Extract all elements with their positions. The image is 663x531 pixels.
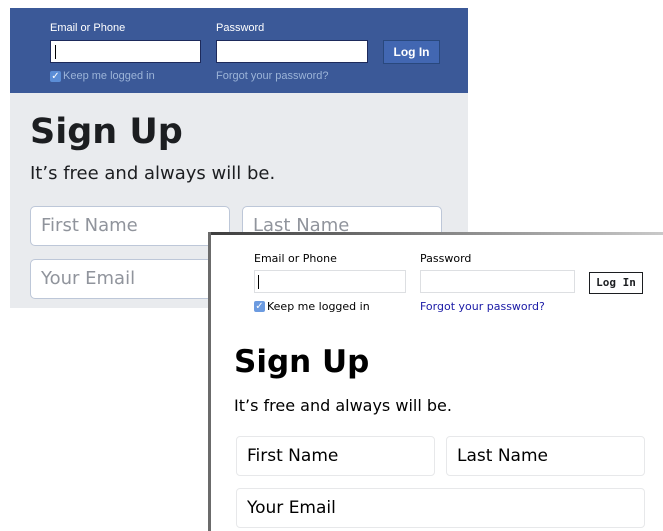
password-input[interactable] (420, 270, 575, 293)
password-label: Password (420, 252, 472, 265)
forgot-password-link[interactable]: Forgot your password? (216, 70, 329, 82)
login-header-bar: Email or Phone Password Log In ✓ Keep me… (10, 8, 468, 93)
signup-tagline: It’s free and always will be. (30, 163, 276, 184)
text-caret (258, 275, 259, 289)
checkmark-icon: ✓ (50, 70, 61, 82)
keep-logged-in-label: Keep me logged in (267, 300, 370, 313)
checkmark-icon: ✓ (254, 301, 265, 312)
text-caret (55, 45, 56, 59)
keep-logged-in-label: Keep me logged in (63, 70, 155, 82)
email-input[interactable] (50, 40, 201, 63)
login-button[interactable]: Log In (383, 40, 440, 64)
email-label: Email or Phone (50, 22, 126, 34)
forgot-password-link[interactable]: Forgot your password? (420, 300, 545, 313)
password-label: Password (216, 22, 265, 34)
first-name-field[interactable]: First Name (30, 206, 230, 246)
your-email-field[interactable]: Your Email (30, 259, 230, 299)
signup-tagline: It’s free and always will be. (234, 396, 452, 415)
last-name-field[interactable]: Last Name (446, 436, 645, 476)
keep-logged-in-checkbox[interactable]: ✓ Keep me logged in (50, 70, 155, 82)
signup-title: Sign Up (30, 112, 183, 152)
keep-logged-in-checkbox[interactable]: ✓ Keep me logged in (254, 300, 370, 313)
first-name-field[interactable]: First Name (236, 436, 435, 476)
signup-title: Sign Up (234, 344, 370, 380)
login-button[interactable]: Log In (589, 272, 643, 294)
email-label: Email or Phone (254, 252, 337, 265)
password-input[interactable] (216, 40, 368, 63)
email-input[interactable] (254, 270, 406, 293)
your-email-field[interactable]: Your Email (236, 488, 645, 528)
plain-signup-panel: Email or Phone Password Log In ✓ Keep me… (208, 232, 663, 531)
